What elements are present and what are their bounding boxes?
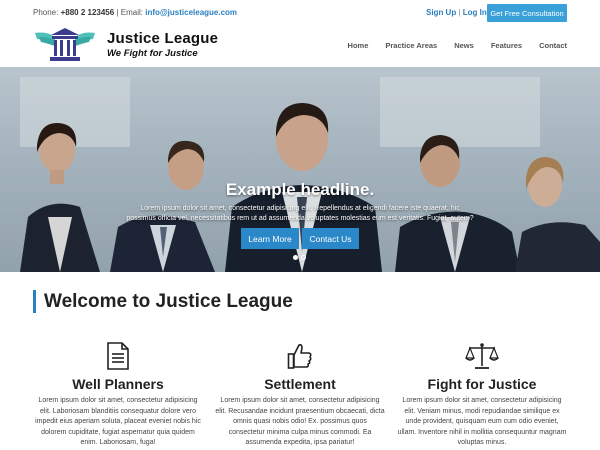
login-link[interactable]: Log In (463, 8, 487, 17)
scales-icon (397, 342, 567, 370)
slide-indicator-1[interactable] (293, 255, 298, 260)
email-link[interactable]: info@justiceleague.com (145, 8, 237, 17)
hero-overlay (0, 67, 600, 272)
site-header: Justice League We Fight for Justice Home… (0, 26, 600, 67)
feature-text: Lorem ipsum dolor sit amet, consectetur … (397, 397, 567, 446)
auth-links: Sign Up | Log In (426, 8, 487, 17)
hero-text: Lorem ipsum dolor sit amet, consectetur … (126, 205, 474, 222)
hero-headline: Example headline. (225, 180, 375, 199)
feature-text: Lorem ipsum dolor sit amet, consectetur … (35, 397, 201, 446)
email-label: Email: (120, 8, 143, 17)
nav-practice-areas[interactable]: Practice Areas (385, 41, 437, 50)
brand[interactable]: Justice League We Fight for Justice (107, 30, 218, 59)
slider-indicators (293, 255, 306, 260)
feature-well-planners: Well Planners Lorem ipsum dolor sit amet… (33, 342, 203, 449)
learn-more-button[interactable]: Learn More (241, 228, 299, 249)
courthouse-icon[interactable] (33, 27, 97, 63)
thumbs-up-icon (215, 342, 385, 370)
brand-name: Justice League (107, 30, 219, 47)
feature-title: Settlement (264, 376, 336, 392)
auth-separator: | (458, 8, 461, 17)
welcome-title: Welcome to Justice League (44, 291, 293, 312)
signup-link[interactable]: Sign Up (426, 8, 456, 17)
nav-home[interactable]: Home (348, 41, 369, 50)
phone-label: Phone: (33, 8, 59, 17)
brand-tagline: We Fight for Justice (107, 48, 198, 59)
feature-title: Fight for Justice (427, 376, 537, 392)
feature-fight-for-justice: Fight for Justice Lorem ipsum dolor sit … (397, 342, 567, 449)
nav-features[interactable]: Features (491, 41, 522, 50)
feature-settlement: Settlement Lorem ipsum dolor sit amet, c… (215, 342, 385, 449)
nav-news[interactable]: News (454, 41, 474, 50)
contact-separator: | (116, 8, 119, 17)
top-bar: Phone: +880 2 123456 | Email: info@justi… (0, 0, 600, 26)
phone-number[interactable]: +880 2 123456 (61, 8, 115, 17)
feature-title: Well Planners (72, 376, 164, 392)
welcome-heading: Welcome to Justice League (33, 290, 293, 313)
slide-indicator-2[interactable] (301, 255, 306, 260)
feature-text: Lorem ipsum dolor sit amet, consectetur … (215, 397, 385, 446)
nav-contact[interactable]: Contact (539, 41, 567, 50)
main-nav: Home Practice Areas News Features Contac… (348, 41, 567, 50)
contact-us-button[interactable]: Contact Us (302, 228, 359, 249)
hero-slider[interactable]: Example headline. Lorem ipsum dolor sit … (0, 67, 600, 272)
document-icon (33, 342, 203, 370)
consultation-button[interactable]: Get Free Consultation (487, 4, 567, 22)
contact-info: Phone: +880 2 123456 | Email: info@justi… (33, 8, 237, 17)
